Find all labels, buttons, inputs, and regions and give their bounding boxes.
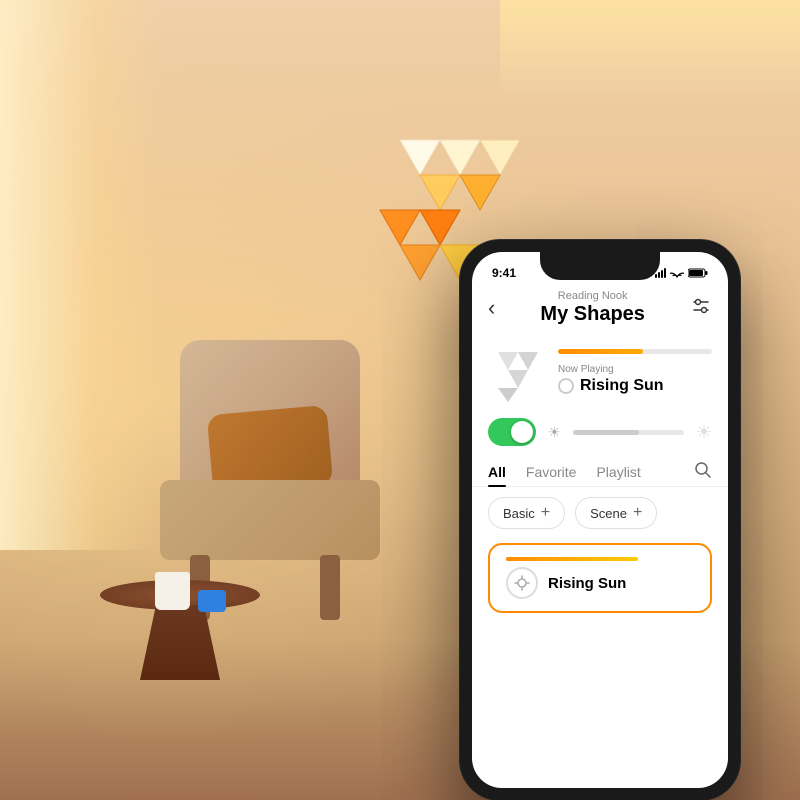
now-playing-label: Now Playing [558, 364, 712, 375]
tab-playlist[interactable]: Playlist [596, 458, 640, 486]
scene-progress-track [558, 349, 712, 354]
scene-sun-icon [506, 567, 538, 599]
tabs-row: All Favorite Playlist [472, 454, 728, 487]
tab-favorite[interactable]: Favorite [526, 458, 577, 486]
basic-plus-icon: + [541, 504, 550, 522]
brightness-high-icon: ☀ [696, 422, 712, 443]
page-title: My Shapes [540, 302, 644, 326]
search-button[interactable] [694, 461, 712, 484]
phone: 9:41 [460, 240, 740, 800]
tab-all[interactable]: All [488, 458, 506, 486]
brightness-slider[interactable] [573, 430, 684, 435]
battery-icon [688, 268, 708, 278]
wifi-icon [670, 268, 684, 278]
mug [155, 572, 190, 610]
scene-name: Rising Sun [548, 575, 626, 592]
sun-circle-icon [558, 378, 574, 394]
phone-notch [540, 252, 660, 280]
ceiling-light [500, 0, 800, 100]
sliders-icon [690, 295, 712, 317]
window-light [0, 0, 160, 550]
search-icon [694, 461, 712, 479]
scene-plus-icon: + [633, 504, 642, 522]
basic-category-button[interactable]: Basic + [488, 497, 565, 529]
scene-progress-fill [558, 349, 643, 354]
phone-body: 9:41 [460, 240, 740, 800]
brightness-low-icon: ☀ [548, 424, 561, 441]
scene-content: Rising Sun [506, 557, 694, 599]
panel-preview [488, 342, 548, 402]
phone-screen: 9:41 [472, 252, 728, 788]
status-icons [655, 268, 708, 278]
status-time: 9:41 [492, 266, 516, 280]
power-toggle[interactable] [488, 418, 536, 446]
brightness-fill [573, 430, 640, 435]
table-legs [140, 605, 220, 680]
chair-seat [160, 480, 380, 560]
nav-subtitle: Reading Nook [540, 290, 644, 302]
bottom-space [472, 617, 728, 637]
controls-row: ☀ ☀ [472, 410, 728, 454]
now-playing-name: Rising Sun [558, 377, 712, 395]
settings-button[interactable] [690, 295, 712, 322]
toggle-knob [511, 421, 533, 443]
scene-category-button[interactable]: Scene + [575, 497, 657, 529]
scene-item-rising-sun[interactable]: Rising Sun [488, 543, 712, 613]
scene-item-progress [506, 557, 638, 561]
nav-title-area: Reading Nook My Shapes [540, 290, 644, 326]
progress-right: Now Playing Rising Sun [558, 349, 712, 395]
nanoleaf-controller [198, 590, 226, 612]
nav-header: ‹ Reading Nook My Shapes [472, 286, 728, 334]
category-row: Basic + Scene + [472, 487, 728, 539]
chair-leg-right [320, 555, 340, 620]
back-button[interactable]: ‹ [488, 295, 495, 321]
now-playing-section: Now Playing Rising Sun [472, 334, 728, 410]
